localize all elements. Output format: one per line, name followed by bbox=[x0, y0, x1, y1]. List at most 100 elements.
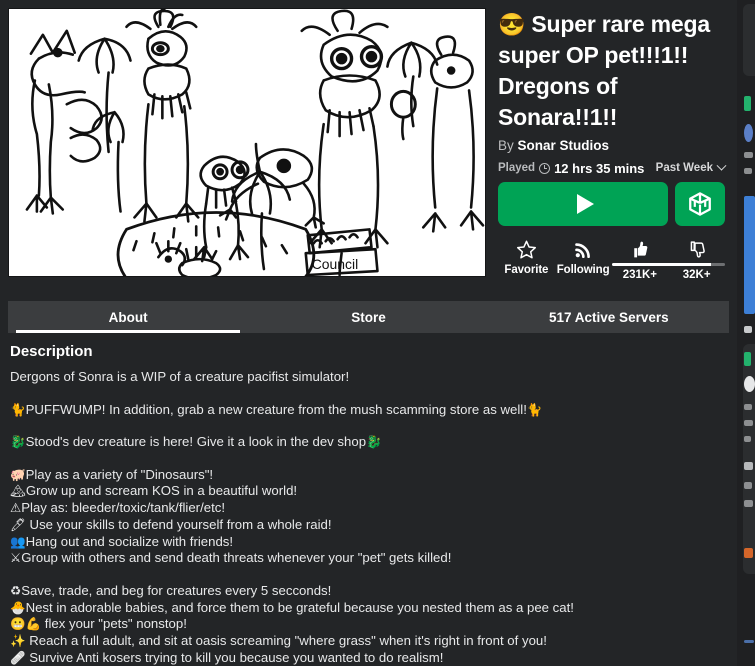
feature-emoji-icon: 🐣 bbox=[10, 600, 26, 615]
tab-active-servers[interactable]: 517 Active Servers bbox=[489, 301, 729, 333]
game-info: 😎 Super rare mega super OP pet!!!1!! Dre… bbox=[486, 8, 737, 281]
vote-ratio-up bbox=[611, 263, 712, 266]
feature-item: 🐖Play as a variety of "Dinosaurs"! bbox=[10, 467, 727, 484]
chevron-down-icon bbox=[716, 160, 727, 171]
feature-text: Grow up and scream KOS in a beautiful wo… bbox=[25, 483, 298, 499]
dislike-button[interactable] bbox=[668, 238, 725, 260]
description-note-1: 🐉Stood's dev creature is here! Give it a… bbox=[10, 434, 727, 451]
app-root: Council 😎 Super rare mega super OP pet!!… bbox=[0, 0, 755, 666]
tab-about-label: About bbox=[108, 309, 148, 325]
dislike-count: 32K+ bbox=[682, 269, 711, 281]
feature-text: Reach a full adult, and sit at oasis scr… bbox=[25, 633, 547, 649]
note-0-emoji-left: 🐈 bbox=[10, 402, 26, 417]
like-count: 231K+ bbox=[622, 269, 657, 281]
feature-emoji-icon: ⚔ bbox=[10, 551, 22, 566]
sliver-image-block bbox=[744, 196, 755, 314]
page-title: 😎 Super rare mega super OP pet!!!1!! Dre… bbox=[498, 9, 731, 133]
feature-emoji-icon: 🩹 bbox=[10, 650, 26, 665]
game-title-text: Super rare mega super OP pet!!!1!! Drego… bbox=[498, 11, 710, 130]
sliver-avatar bbox=[744, 376, 755, 392]
feature-emoji-icon: 🐖 bbox=[10, 467, 26, 482]
feature-item: 🏔Grow up and scream KOS in a beautiful w… bbox=[10, 483, 727, 500]
like-button[interactable] bbox=[612, 238, 669, 260]
tab-bar: About Store 517 Active Servers bbox=[8, 301, 729, 333]
sliver-text-line-4 bbox=[744, 404, 752, 410]
vote-group: 231K+ 32K+ bbox=[611, 238, 726, 281]
favorite-glyph bbox=[498, 238, 555, 260]
sliver-text-line-8 bbox=[744, 482, 752, 489]
play-icon bbox=[576, 194, 594, 214]
feature-item: 🩹 Survive Anti kosers trying to kill you… bbox=[10, 650, 727, 666]
sliver-text-line-5 bbox=[744, 420, 753, 426]
feature-item: 😬💪 flex your "pets" nonstop! bbox=[10, 616, 727, 633]
play-button[interactable] bbox=[498, 182, 668, 226]
feature-text: Nest in adorable babies, and force them … bbox=[25, 599, 574, 615]
favorite-label: Favorite bbox=[504, 264, 549, 276]
period-label: Past Week bbox=[655, 162, 713, 174]
note-1-text: Stood's dev creature is here! Give it a … bbox=[25, 434, 367, 450]
game-thumbnail[interactable]: Council bbox=[8, 8, 486, 277]
feature-emoji-icon: ⚠ bbox=[10, 501, 22, 516]
secondary-actions: Favorite Following 231K+ 32K+ bbox=[498, 238, 731, 281]
rss-icon bbox=[574, 242, 590, 258]
feature-emoji-icon: ✨ bbox=[10, 634, 26, 649]
star-icon bbox=[516, 240, 536, 258]
note-1-emoji-left: 🐉 bbox=[10, 435, 26, 450]
thumbs-up-icon bbox=[634, 241, 648, 257]
tab-about[interactable]: About bbox=[8, 301, 248, 333]
thumbs-down-icon bbox=[690, 240, 705, 258]
primary-actions bbox=[498, 182, 731, 226]
note-0-text: PUFFWUMP! In addition, grab a new creatu… bbox=[25, 401, 527, 417]
favorite-button[interactable]: Favorite bbox=[498, 238, 555, 281]
feature-text: Use your skills to defend yourself from … bbox=[25, 516, 332, 532]
feature-text: Save, trade, and beg for creatures every… bbox=[21, 583, 332, 598]
sliver-text-line-6 bbox=[744, 436, 751, 442]
byline: By Sonar Studios bbox=[498, 137, 731, 155]
following-button[interactable]: Following bbox=[555, 238, 612, 281]
sliver-accent-orange bbox=[744, 548, 753, 558]
feature-item: ⚠Play as: bleeder/toxic/tank/flier/etc! bbox=[10, 500, 727, 517]
game-detail-page: Council 😎 Super rare mega super OP pet!!… bbox=[0, 0, 737, 666]
feature-text: Play as a variety of "Dinosaurs"! bbox=[25, 466, 214, 482]
sliver-accent-green-1 bbox=[744, 96, 751, 111]
feature-text: Group with others and send death threats… bbox=[21, 550, 452, 566]
feature-emoji-icon: 🖊 bbox=[10, 517, 26, 532]
following-glyph bbox=[555, 238, 612, 260]
sliver-scroll-indicator[interactable] bbox=[744, 640, 754, 643]
feature-item: ♻Save, trade, and beg for creatures ever… bbox=[10, 583, 727, 600]
feature-item: 👥Hang out and socialize with friends! bbox=[10, 534, 727, 551]
feature-text: Survive Anti kosers trying to kill you b… bbox=[25, 649, 444, 665]
description-note-0: 🐈PUFFWUMP! In addition, grab a new creat… bbox=[10, 402, 727, 419]
description-intro: Dergons of Sonra is a WIP of a creature … bbox=[10, 369, 350, 384]
creator-link[interactable]: Sonar Studios bbox=[518, 138, 610, 153]
sliver-accent-green-2 bbox=[744, 352, 751, 366]
vote-counts: 231K+ 32K+ bbox=[612, 269, 726, 281]
feature-item: 🐣Nest in adorable babies, and force them… bbox=[10, 600, 727, 617]
tab-store[interactable]: Store bbox=[248, 301, 488, 333]
sliver-text-line-7 bbox=[744, 462, 753, 470]
sliver-text-line-2 bbox=[744, 168, 752, 174]
sliver-text-line-3 bbox=[744, 326, 752, 333]
hero-section: Council 😎 Super rare mega super OP pet!!… bbox=[0, 0, 737, 281]
sliver-card-top[interactable] bbox=[743, 4, 755, 76]
sunglasses-emoji-icon: 😎 bbox=[498, 12, 526, 37]
tab-active-servers-label: 517 Active Servers bbox=[549, 309, 669, 325]
feature-emoji-icon: 😬💪 bbox=[10, 617, 42, 632]
inventory-button[interactable] bbox=[675, 182, 725, 226]
sliver-text-line-1 bbox=[744, 152, 753, 158]
vote-icons bbox=[612, 238, 726, 260]
played-label: Played bbox=[498, 162, 536, 174]
note-0-emoji-right: 🐈 bbox=[526, 402, 543, 417]
feature-list-secondary: ♻Save, trade, and beg for creatures ever… bbox=[10, 583, 727, 666]
feature-item: ✨ Reach a full adult, and sit at oasis s… bbox=[10, 633, 727, 650]
description-section: Description Dergons of Sonra is a WIP of… bbox=[0, 333, 737, 666]
feature-emoji-icon: 🏔 bbox=[10, 484, 26, 499]
feature-text: Play as: bleeder/toxic/tank/flier/etc! bbox=[21, 500, 225, 516]
adjacent-panel-sliver bbox=[737, 0, 755, 666]
feature-text: Hang out and socialize with friends! bbox=[25, 533, 234, 549]
note-1-emoji-right: 🐉 bbox=[366, 435, 382, 450]
thumbnail-doodle: Council bbox=[9, 9, 485, 276]
period-dropdown[interactable]: Past Week bbox=[655, 160, 731, 174]
tab-store-label: Store bbox=[351, 309, 386, 325]
following-label: Following bbox=[556, 264, 610, 276]
